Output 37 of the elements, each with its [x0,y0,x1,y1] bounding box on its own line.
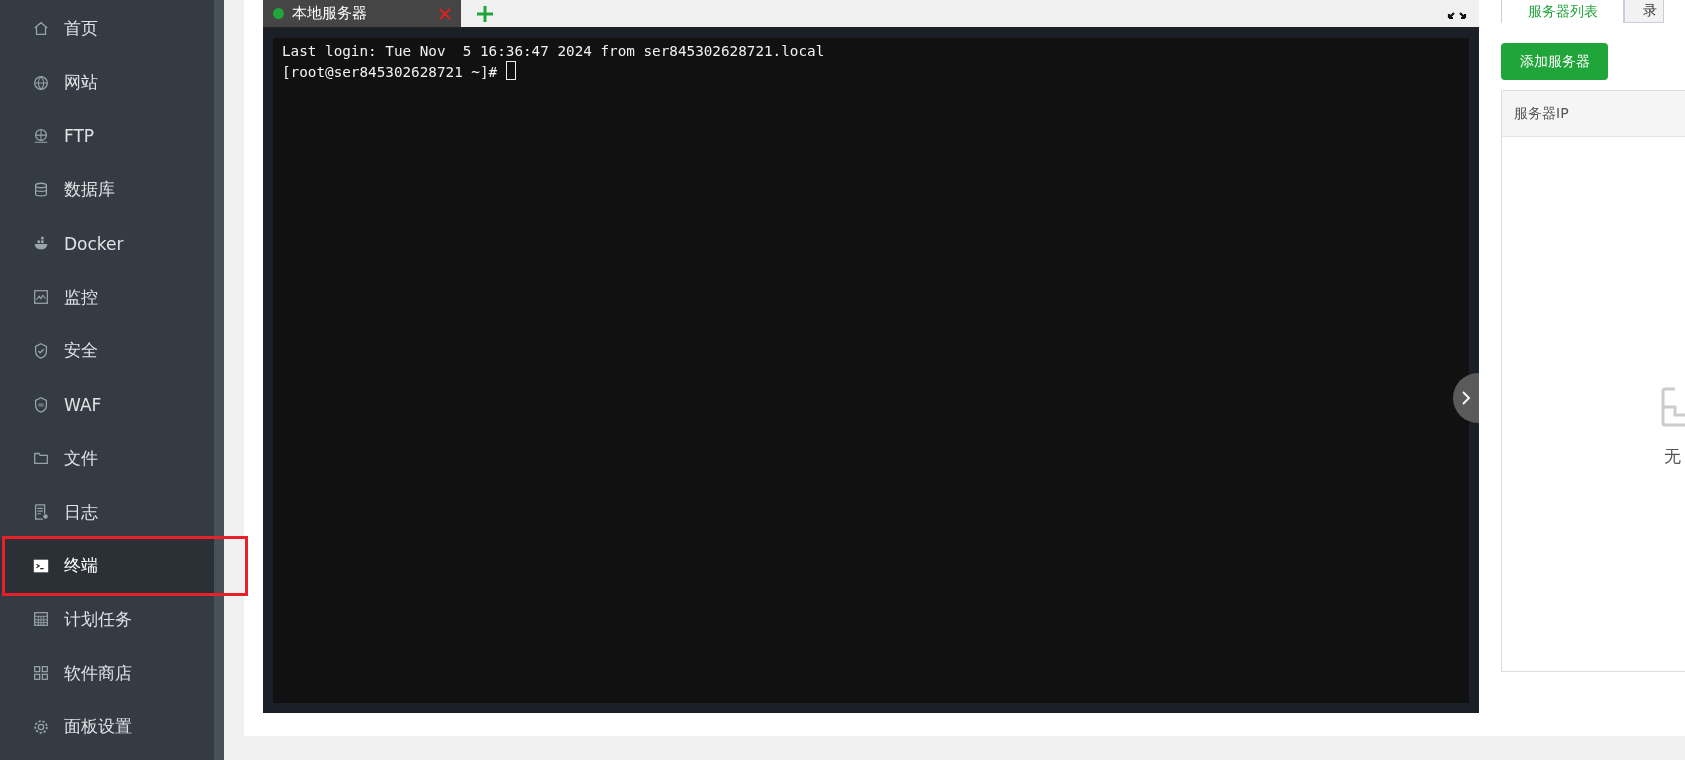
terminal-tab[interactable]: 本地服务器 [263,0,461,27]
home-icon [32,19,50,38]
sidebar-item[interactable]: 文件 [0,431,214,486]
globe-icon [32,73,50,92]
sidebar-item[interactable]: Docker [0,216,214,271]
calendar-icon [32,610,50,629]
panel-tab[interactable]: 录 [1624,0,1664,23]
cursor [505,61,516,80]
sidebar-item[interactable]: 监控 [0,270,214,325]
sidebar-item[interactable]: FTP [0,109,214,164]
settings-icon [32,717,50,736]
sidebar-item[interactable]: 首页 [0,2,214,56]
shield-icon [32,395,50,414]
sidebar-item[interactable]: 计划任务 [0,592,214,647]
grid-icon [32,664,50,683]
column-header: 服务器IP [1513,104,1569,123]
shield-icon [32,341,50,360]
database-icon [32,180,50,199]
sidebar-item[interactable]: 终端 [0,538,214,593]
sidebar-item[interactable]: 日志 [0,485,214,539]
add-icon[interactable] [477,5,493,22]
terminal-screen[interactable]: Last login: Tue Nov 5 16:36:47 2024 from ser845302628721.local [root@ser845302628721 ~]# [263,29,1479,713]
empty-text: 无 [1664,445,1681,468]
collapse-handle[interactable] [1453,373,1479,423]
chevron-right-icon [1461,390,1471,406]
sidebar-item[interactable]: 安全 [0,324,214,378]
sidebar-item[interactable]: 网站 [0,55,214,110]
sidebar-item[interactable]: 数据库 [0,163,214,217]
sidebar-item[interactable]: 面板设置 [0,699,214,754]
empty-box-icon [1661,387,1685,427]
terminal-line: [root@ser845302628721 ~]# [282,61,1460,82]
sidebar-item[interactable]: WAF [0,377,214,432]
document-icon [32,503,50,522]
terminal-line: Last login: Tue Nov 5 16:36:47 2024 from ser845302628721.local [282,42,826,61]
chart-icon [32,288,50,307]
sidebar-item[interactable]: 软件商店 [0,646,214,700]
globe-icon [32,127,50,146]
